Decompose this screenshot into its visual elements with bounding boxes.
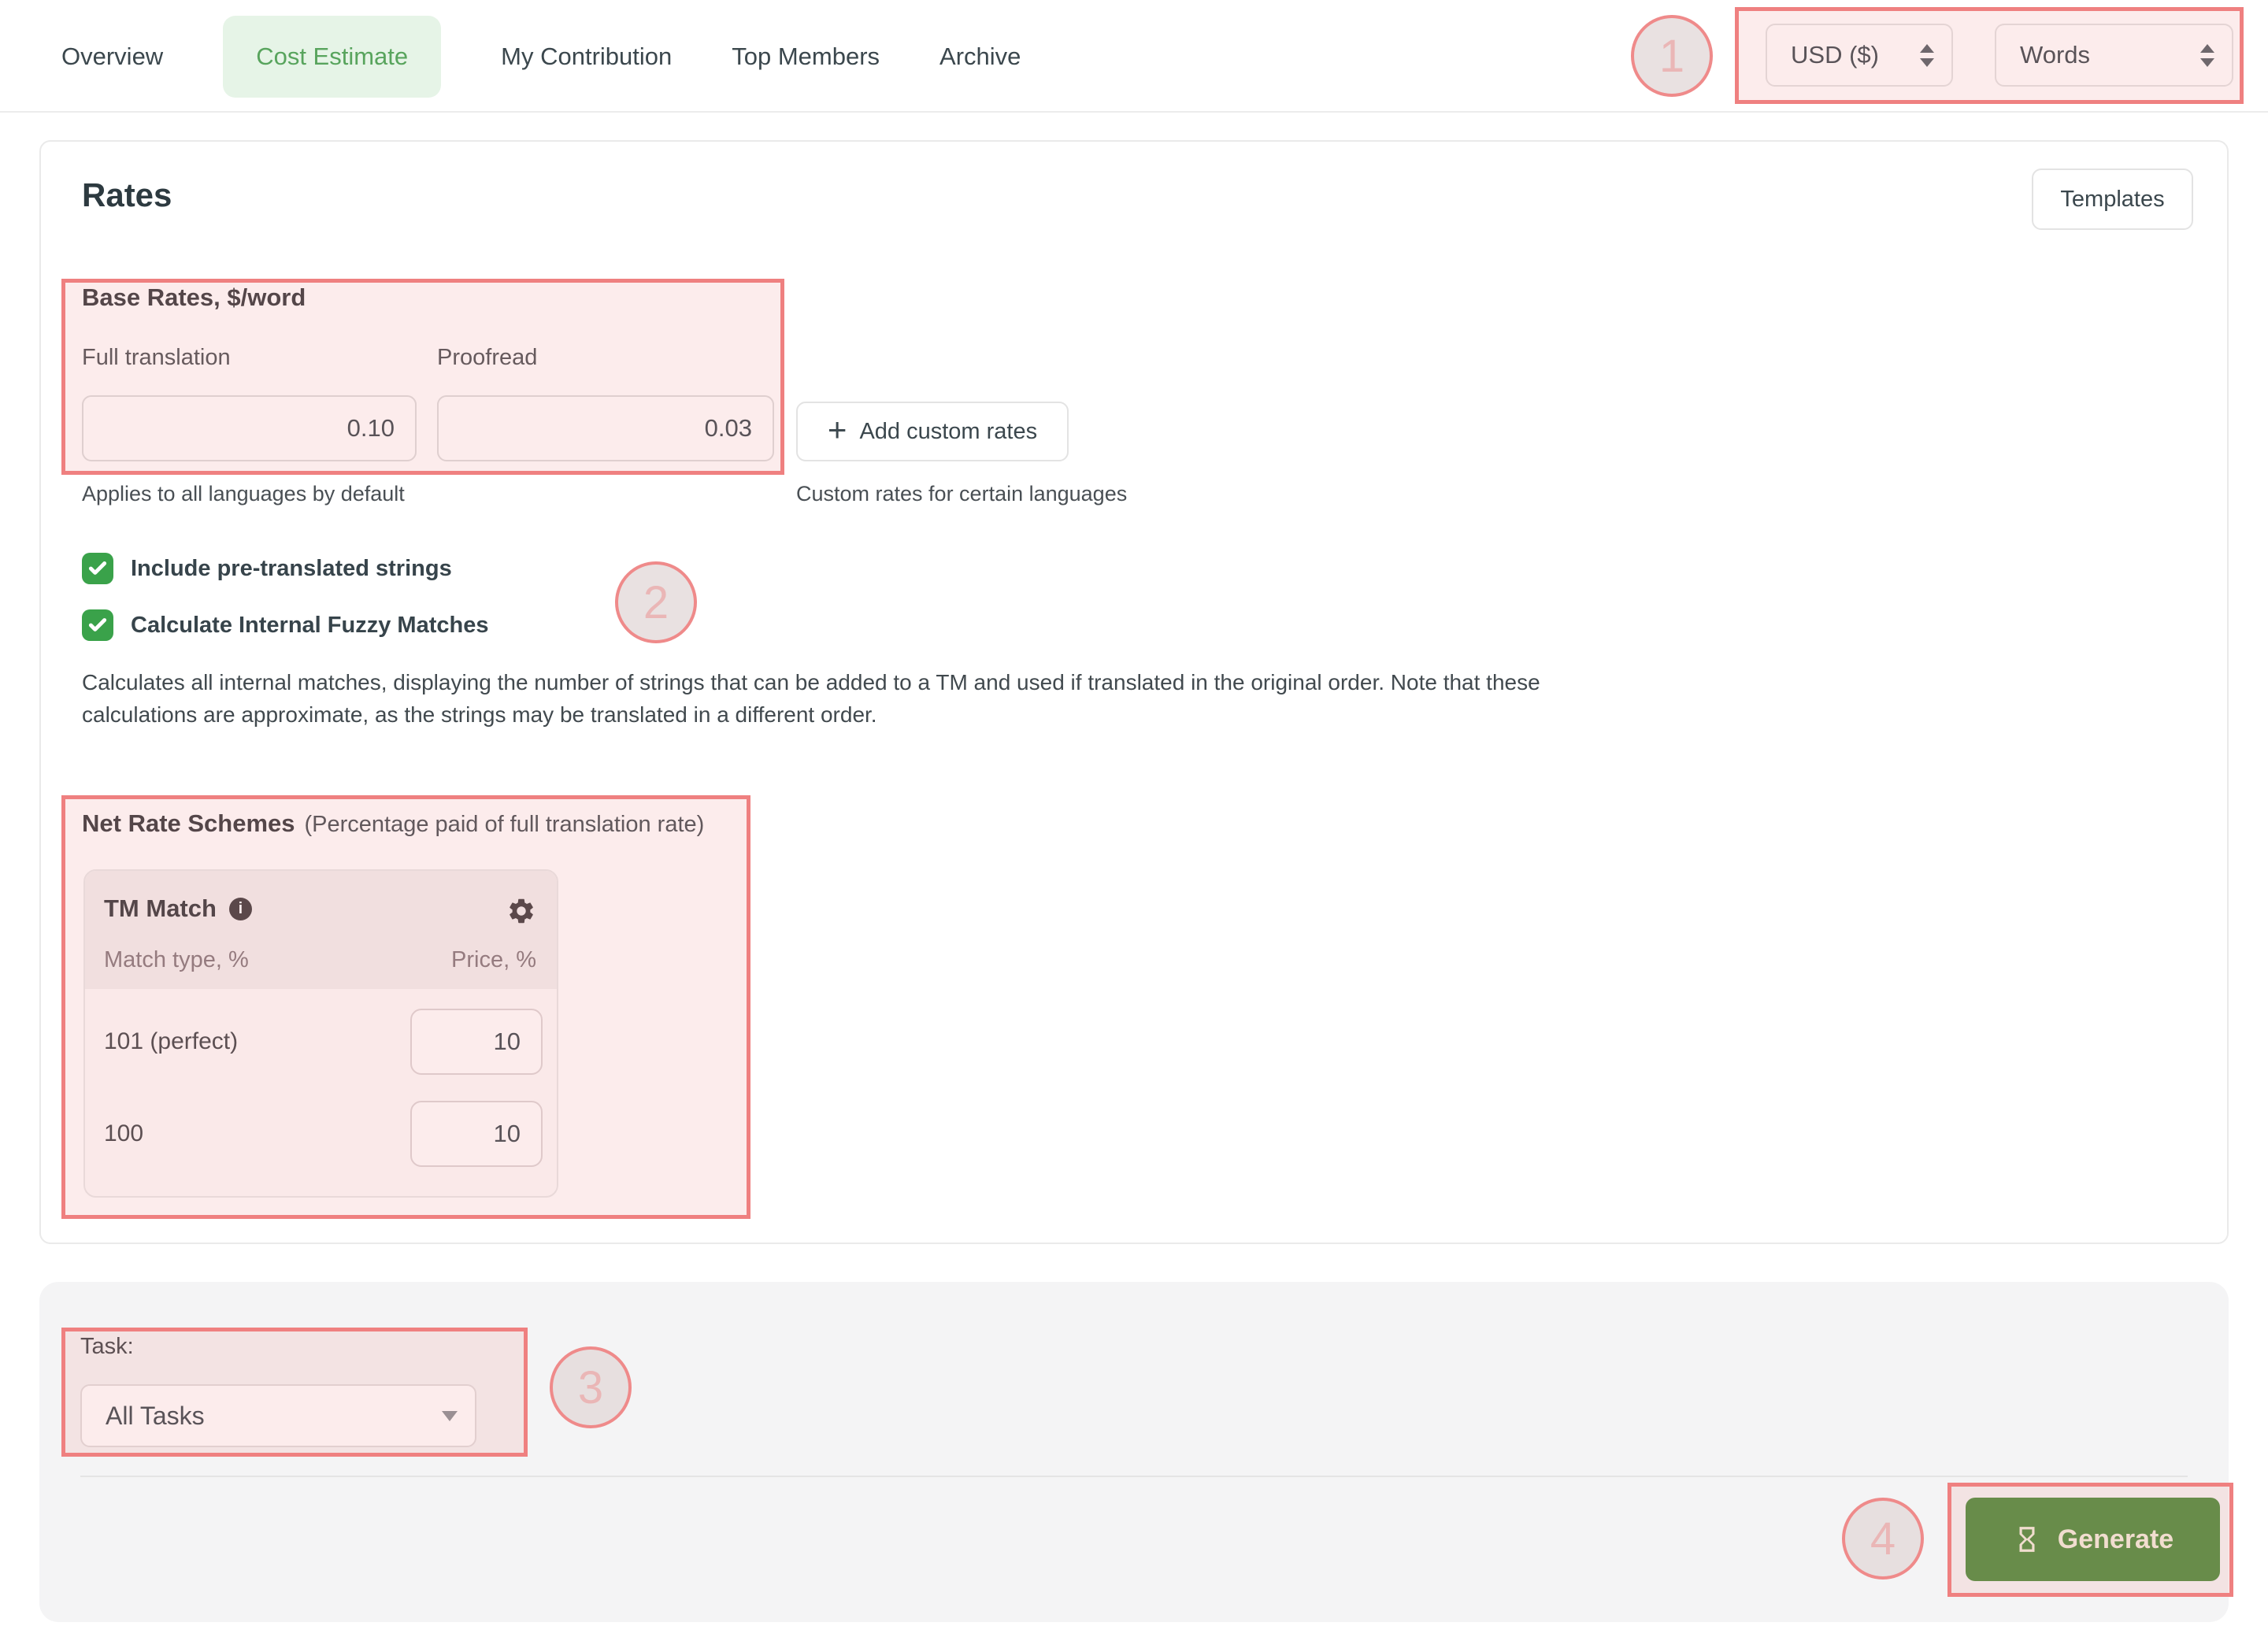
full-translation-rate-input[interactable]: [82, 395, 417, 461]
tm-match-title-row: TM Match i: [104, 894, 252, 923]
tm-match-card: TM Match i Match type, % Price, % 101 (p…: [83, 869, 558, 1198]
price-column-header: Price, %: [451, 947, 536, 973]
rates-title: Rates: [82, 176, 172, 214]
pre-translated-label: Include pre-translated strings: [131, 556, 452, 582]
net-rate-schemes-heading-row: Net Rate Schemes (Percentage paid of ful…: [82, 809, 704, 838]
check-icon: [87, 615, 108, 635]
base-rates-heading: Base Rates, $/word: [82, 283, 306, 312]
unit-select[interactable]: Words: [1995, 24, 2233, 87]
chevron-down-icon: [442, 1411, 458, 1421]
check-icon: [87, 558, 108, 579]
generate-button[interactable]: Generate: [1966, 1498, 2220, 1581]
match-type-101-label: 101 (perfect): [104, 1028, 238, 1055]
tab-top-members[interactable]: Top Members: [732, 43, 880, 71]
generate-panel: Task: All Tasks Generate: [39, 1282, 2229, 1622]
option-row: Calculate Internal Fuzzy Matches: [82, 609, 488, 641]
tab-cost-estimate[interactable]: Cost Estimate: [223, 16, 441, 98]
net-rate-schemes-heading: Net Rate Schemes: [82, 809, 295, 838]
tm-match-title: TM Match: [104, 894, 217, 923]
add-custom-rates-label: Add custom rates: [859, 419, 1037, 445]
templates-button[interactable]: Templates: [2032, 169, 2193, 230]
info-icon[interactable]: i: [229, 898, 252, 920]
nav-divider: [0, 111, 2268, 113]
tm-match-card-header: TM Match i Match type, % Price, %: [85, 871, 557, 989]
tab-my-contribution[interactable]: My Contribution: [501, 43, 672, 71]
annotation-step-1: 1: [1631, 15, 1713, 97]
tab-overview[interactable]: Overview: [61, 43, 163, 71]
match-type-100-label: 100: [104, 1120, 143, 1147]
internal-fuzzy-label: Calculate Internal Fuzzy Matches: [131, 613, 488, 639]
select-updown-icon: [1920, 44, 1934, 67]
plus-icon: +: [828, 413, 847, 446]
currency-select-value: USD ($): [1791, 41, 1879, 69]
task-select-value: All Tasks: [106, 1402, 205, 1431]
match-type-column-header: Match type, %: [104, 947, 249, 973]
select-updown-icon: [2200, 44, 2214, 67]
pre-translated-checkbox[interactable]: [82, 553, 113, 584]
custom-rates-note: Custom rates for certain languages: [796, 482, 1127, 506]
price-101-input[interactable]: [410, 1009, 543, 1075]
internal-fuzzy-checkbox[interactable]: [82, 609, 113, 641]
base-rates-note: Applies to all languages by default: [82, 482, 405, 506]
top-nav: Overview Cost Estimate My Contribution T…: [61, 16, 1021, 98]
cost-estimate-page: Overview Cost Estimate My Contribution T…: [0, 0, 2268, 1637]
currency-select[interactable]: USD ($): [1766, 24, 1953, 87]
proofread-rate-input[interactable]: [437, 395, 774, 461]
net-rate-schemes-subheading: (Percentage paid of full translation rat…: [305, 812, 705, 838]
full-translation-label: Full translation: [82, 345, 231, 371]
proofread-label: Proofread: [437, 345, 537, 371]
price-100-input[interactable]: [410, 1101, 543, 1167]
task-label: Task:: [80, 1334, 134, 1360]
hourglass-icon: [2012, 1524, 2042, 1554]
generate-button-label: Generate: [2058, 1524, 2174, 1555]
tab-archive[interactable]: Archive: [939, 43, 1021, 71]
unit-select-value: Words: [2020, 41, 2090, 69]
option-row: Include pre-translated strings: [82, 553, 452, 584]
rates-card: Rates Templates Base Rates, $/word Full …: [39, 140, 2229, 1244]
task-select[interactable]: All Tasks: [80, 1384, 476, 1447]
panel-divider: [80, 1476, 2188, 1477]
add-custom-rates-button[interactable]: + Add custom rates: [796, 402, 1069, 461]
fuzzy-matches-description: Calculates all internal matches, display…: [82, 666, 1633, 731]
gear-icon[interactable]: [506, 896, 536, 926]
